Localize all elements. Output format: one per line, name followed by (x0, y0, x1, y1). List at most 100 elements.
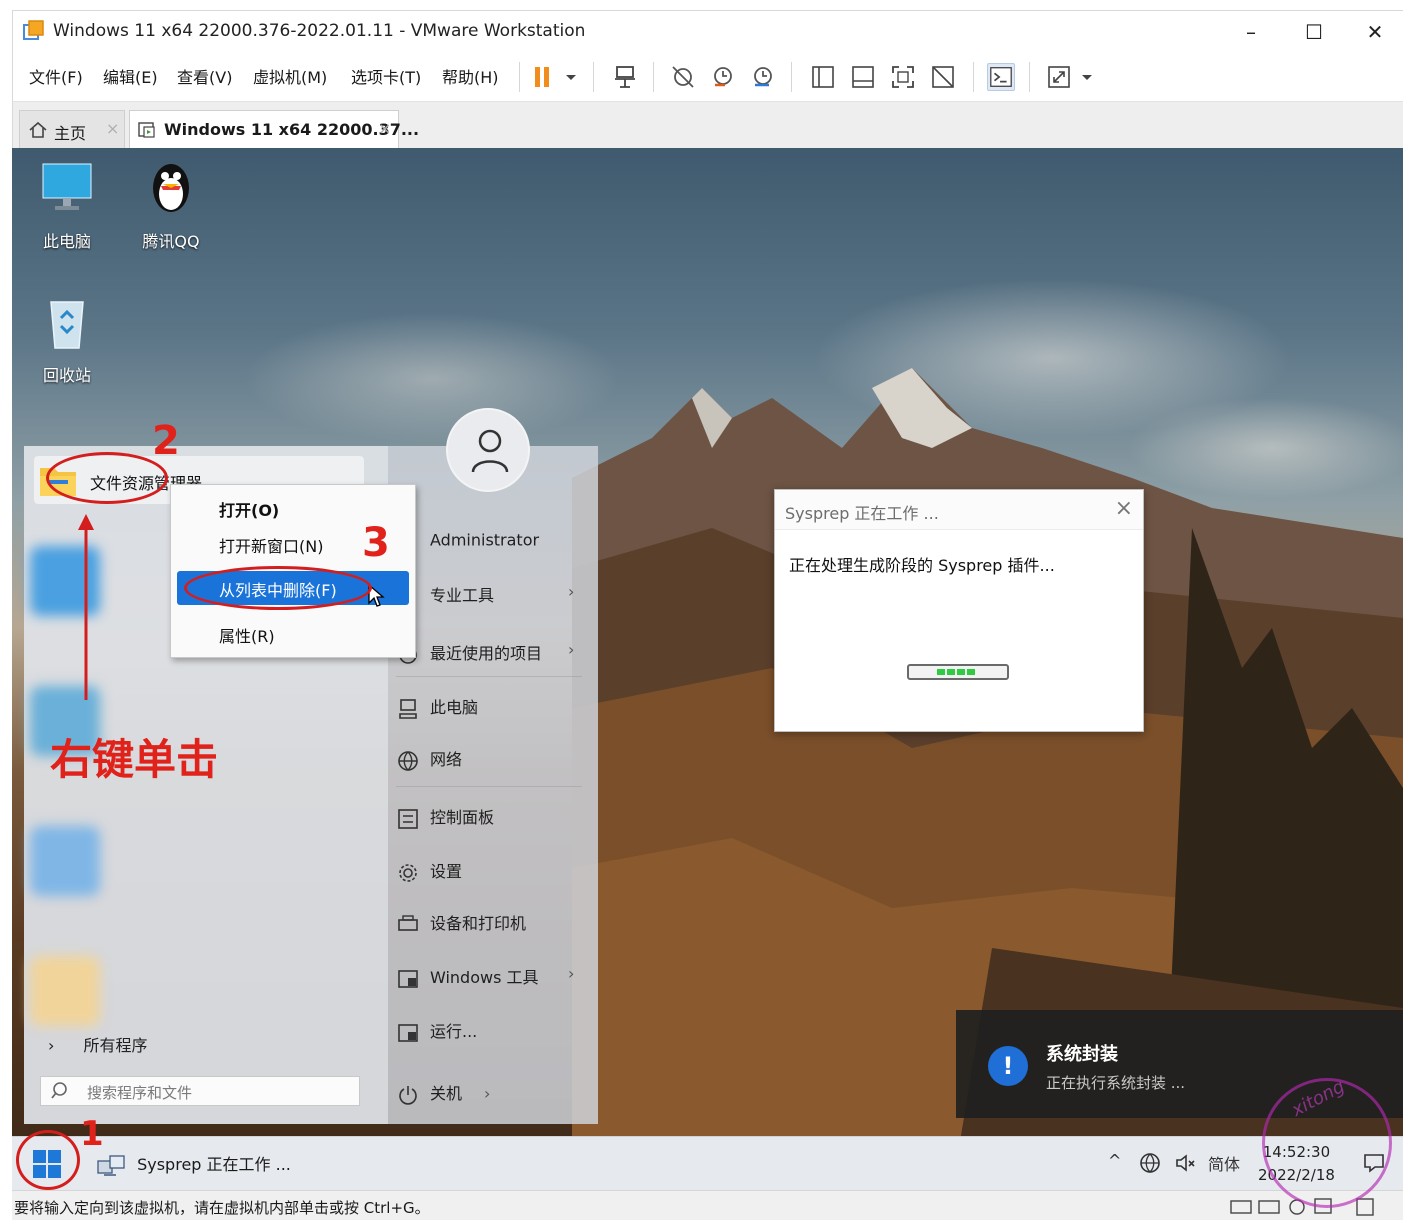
annotation-step-3: 3 (362, 520, 390, 566)
start-item-label: Administrator (430, 530, 540, 550)
chevron-right-icon: › (48, 1036, 55, 1055)
taskbar: Sysprep 正在工作 ... ^ 简体 14:52:30 2022/2/18 (12, 1136, 1403, 1190)
start-item-label: 网络 (430, 750, 463, 769)
sysprep-title: Sysprep 正在工作 ... (785, 504, 939, 523)
chevron-right-icon: › (568, 640, 575, 659)
vmware-app-icon (23, 20, 44, 40)
start-item-network[interactable]: 网络 (396, 746, 462, 772)
run-icon (398, 1023, 418, 1042)
start-item-recent[interactable]: 最近使用的项目 › (396, 640, 574, 666)
start-item-label: 设置 (430, 862, 463, 881)
start-item-settings[interactable]: 设置 (396, 858, 462, 884)
start-item-label: 运行... (430, 1022, 478, 1041)
desktop-icon-label: 腾讯QQ (142, 232, 200, 251)
all-programs-label: 所有程序 (83, 1036, 148, 1055)
close-button[interactable]: ✕ (1353, 17, 1397, 47)
windows-tools-icon (398, 969, 418, 988)
tray-overflow-icon[interactable]: ^ (1108, 1151, 1121, 1170)
full-screen-icon[interactable] (889, 63, 917, 91)
snapshot-manager-icon[interactable] (749, 63, 777, 91)
status-text: 要将输入定向到该虚拟机，请在虚拟机内部单击或按 Ctrl+G。 (14, 1199, 430, 1217)
menu-help[interactable]: 帮助(H) (442, 64, 499, 88)
vmware-titlebar: Windows 11 x64 22000.376-2022.01.11 - VM… (12, 10, 1403, 52)
ctx-properties[interactable]: 属性(R) (219, 623, 275, 647)
shutdown-label: 关机 (430, 1084, 463, 1103)
snapshot-disabled-icon[interactable] (669, 63, 697, 91)
start-item-label: 此电脑 (430, 698, 479, 717)
tab-vm-close-icon[interactable]: × (378, 119, 391, 138)
vmware-menubar: 文件(F) 编辑(E) 查看(V) 虚拟机(M) 选项卡(T) 帮助(H) (12, 52, 1403, 102)
computer-icon (399, 698, 417, 719)
power-icon (399, 1085, 417, 1105)
progress-segment (947, 669, 955, 675)
start-search-input[interactable]: 搜索程序和文件 (40, 1076, 360, 1106)
annotation-step-2: 2 (152, 418, 180, 464)
start-item-label: Windows 工具 (430, 968, 539, 987)
ime-indicator[interactable]: 简体 (1208, 1151, 1240, 1175)
stretch-guest-icon[interactable] (1045, 63, 1073, 91)
printer-icon (398, 914, 418, 931)
toast-title: 系统封装 (1046, 1044, 1118, 1065)
ctx-open-new-window[interactable]: 打开新窗口(N) (219, 533, 323, 557)
start-item-windows-tools[interactable]: Windows 工具 › (396, 964, 574, 990)
sysprep-progress-bar (907, 664, 1009, 680)
user-icon (471, 429, 509, 473)
menu-vm[interactable]: 虚拟机(M) (253, 64, 327, 88)
speaker-muted-icon[interactable] (1174, 1151, 1198, 1175)
minimize-button[interactable]: – (1229, 17, 1273, 47)
vmware-status-bar: 要将输入定向到该虚拟机，请在虚拟机内部单击或按 Ctrl+G。 (12, 1190, 1403, 1220)
stretch-dropdown-icon[interactable] (1077, 63, 1097, 91)
home-icon (29, 121, 47, 138)
annotation-circle-remove (184, 566, 372, 610)
start-item-control-panel[interactable]: 控制面板 (396, 804, 494, 830)
all-programs-button[interactable]: › 所有程序 (48, 1032, 148, 1056)
console-view-icon[interactable] (987, 63, 1015, 91)
taskbar-item-sysprep[interactable]: Sysprep 正在工作 ... (96, 1151, 291, 1179)
menu-tabs[interactable]: 选项卡(T) (351, 64, 421, 88)
desktop-icon-recycle-bin[interactable]: 回收站 (22, 292, 112, 386)
user-avatar[interactable] (446, 408, 530, 492)
send-ctrl-alt-del-icon[interactable] (611, 63, 639, 91)
start-item-this-pc[interactable]: 此电脑 (396, 694, 478, 720)
blurred-tile (30, 546, 100, 616)
guest-screen[interactable]: 此电脑 腾讯QQ 回收站 文件资源管理器 › 所有程序 搜索程序和文件 Admi… (12, 148, 1403, 1190)
pause-icon[interactable] (529, 63, 557, 91)
desktop-icon-label: 回收站 (42, 366, 91, 385)
maximize-button[interactable]: ☐ (1292, 17, 1336, 47)
annotation-circle-start (16, 1130, 80, 1190)
library-view-icon[interactable] (809, 63, 837, 91)
start-item-devices-printers[interactable]: 设备和打印机 (396, 910, 526, 936)
sysprep-dialog: Sysprep 正在工作 ... × 正在处理生成阶段的 Sysprep 插件.… (774, 489, 1144, 732)
sysprep-app-icon (97, 1154, 125, 1176)
start-item-administrator[interactable]: Administrator (396, 530, 539, 552)
desktop-icon-qq[interactable]: 腾讯QQ (126, 158, 216, 252)
chevron-right-icon: › (568, 582, 575, 601)
annotation-right-click-text: 右键单击 (50, 735, 219, 784)
unity-mode-icon[interactable] (929, 63, 957, 91)
chevron-right-icon: › (568, 964, 575, 983)
recycle-bin-icon (50, 301, 84, 349)
start-item-label: 控制面板 (430, 808, 495, 827)
tab-home[interactable]: 主页 × (19, 110, 125, 148)
menu-file[interactable]: 文件(F) (29, 64, 83, 88)
annotation-circle-explorer (46, 452, 168, 504)
network-globe-icon[interactable] (1138, 1151, 1162, 1175)
tab-home-close-icon[interactable]: × (106, 119, 119, 138)
desktop-icon-this-pc[interactable]: 此电脑 (22, 158, 112, 252)
qq-penguin-icon (153, 164, 189, 212)
progress-segment (957, 669, 965, 675)
ctx-open[interactable]: 打开(O) (219, 497, 279, 521)
start-item-run[interactable]: 运行... (396, 1018, 477, 1044)
close-icon[interactable]: × (1115, 496, 1133, 521)
menu-edit[interactable]: 编辑(E) (103, 64, 158, 88)
tab-vm[interactable]: Windows 11 x64 22000.37... × (129, 110, 419, 148)
menu-view[interactable]: 查看(V) (177, 64, 232, 88)
search-placeholder: 搜索程序和文件 (87, 1084, 193, 1102)
shutdown-button[interactable]: 关机 › (396, 1080, 490, 1106)
taskbar-item-label: Sysprep 正在工作 ... (137, 1155, 291, 1174)
tab-home-label: 主页 (54, 124, 87, 143)
revert-snapshot-icon[interactable] (709, 63, 737, 91)
thumbnail-view-icon[interactable] (849, 63, 877, 91)
chevron-down-icon[interactable] (561, 63, 581, 91)
globe-icon (398, 750, 418, 771)
